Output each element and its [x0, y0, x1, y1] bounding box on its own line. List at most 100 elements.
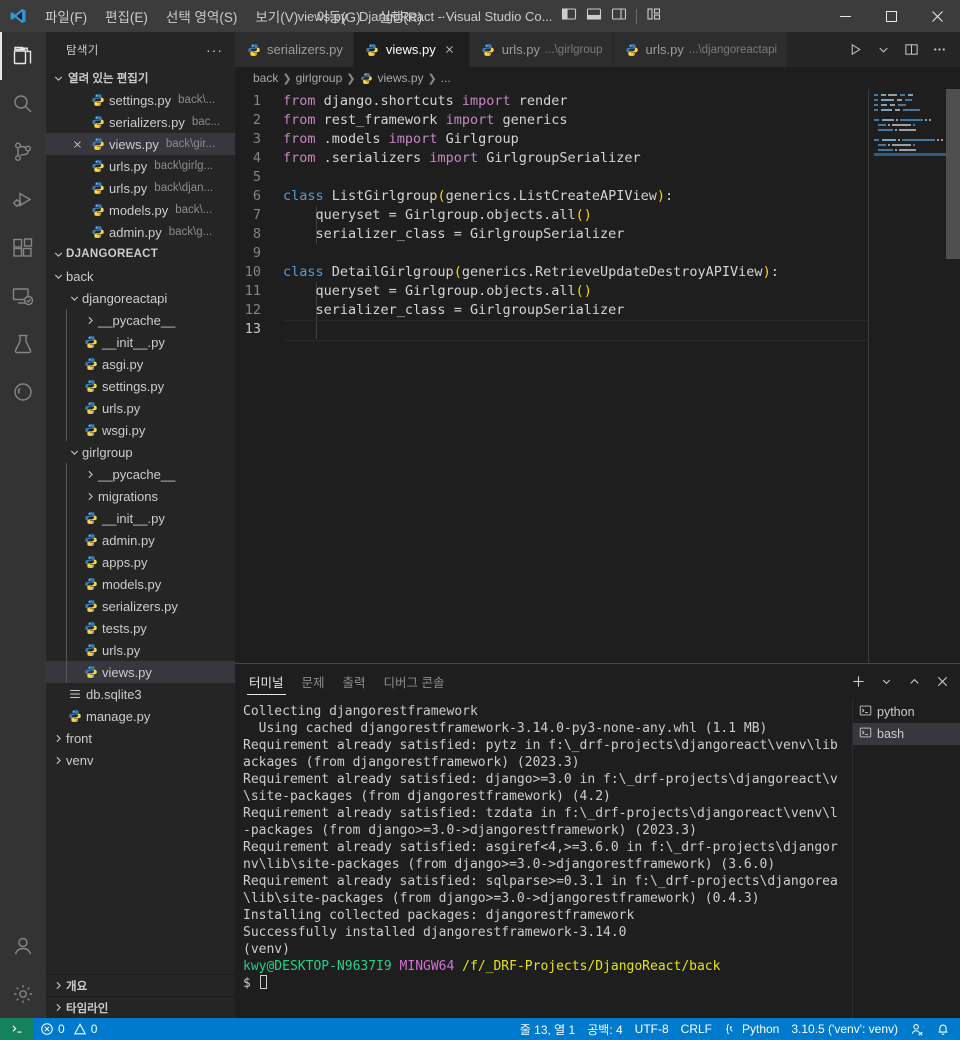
tree-folder-row[interactable]: girlgroup	[46, 441, 235, 463]
panel-bottom-icon[interactable]	[586, 6, 602, 27]
menu-run[interactable]: 실행(R)	[370, 0, 432, 32]
activity-testing-icon[interactable]	[0, 320, 46, 368]
menu-overflow-button[interactable]: ···	[431, 8, 468, 24]
breadcrumb-item[interactable]: girlgroup	[296, 71, 343, 85]
new-terminal-icon[interactable]	[848, 672, 868, 692]
close-editor-icon[interactable]	[68, 139, 86, 150]
open-editor-item[interactable]: settings.py back\...	[46, 89, 235, 111]
encoding-button[interactable]: UTF-8	[629, 1018, 675, 1040]
eol-button[interactable]: CRLF	[675, 1018, 718, 1040]
code-text-area[interactable]: 1 2 3 4 5 6 7 8 9 10 11 12 13 from django.shortcuts …	[235, 89, 868, 663]
outline-section-header[interactable]: 개요	[46, 974, 235, 996]
editor-tab[interactable]: serializers.py	[235, 32, 354, 67]
tree-folder-row[interactable]: __pycache__	[46, 463, 235, 485]
tree-file-row[interactable]: urls.py	[46, 397, 235, 419]
maximize-button[interactable]	[868, 0, 914, 32]
tree-file-row[interactable]: apps.py	[46, 551, 235, 573]
menu-edit[interactable]: 편집(E)	[96, 0, 157, 32]
tree-file-row[interactable]: admin.py	[46, 529, 235, 551]
editor-tab[interactable]: urls.py ...\girlgroup	[469, 32, 614, 67]
code-editor[interactable]: 1 2 3 4 5 6 7 8 9 10 11 12 13 from django.shortcuts …	[235, 89, 960, 663]
split-editor-icon[interactable]	[900, 39, 922, 61]
minimize-button[interactable]	[822, 0, 868, 32]
open-editor-item[interactable]: urls.py back\girlg...	[46, 155, 235, 177]
remote-indicator-button[interactable]	[0, 1018, 34, 1040]
panel-tab[interactable]: 문제	[300, 664, 327, 699]
editor-scroll-thumb[interactable]	[946, 89, 960, 259]
panel-tab[interactable]: 터미널	[247, 664, 286, 699]
tree-file-row[interactable]: __init__.py	[46, 331, 235, 353]
terminal-instance-item[interactable]: python	[853, 701, 960, 723]
notifications-button[interactable]	[930, 1018, 956, 1040]
more-actions-icon[interactable]	[928, 39, 950, 61]
activity-explorer-icon[interactable]	[0, 32, 46, 80]
menu-view[interactable]: 보기(V)	[246, 0, 307, 32]
open-editor-item[interactable]: views.py back\gir...	[46, 133, 235, 155]
activity-accounts-icon[interactable]	[0, 922, 46, 970]
tree-file-row[interactable]: views.py	[46, 661, 235, 683]
panel-tab[interactable]: 디버그 콘솔	[382, 664, 447, 699]
python-interpreter-button[interactable]: 3.10.5 ('venv': venv)	[785, 1018, 904, 1040]
editor-tab[interactable]: urls.py ...\djangoreactapi	[613, 32, 789, 67]
open-editor-item[interactable]: urls.py back\djan...	[46, 177, 235, 199]
indentation-button[interactable]: 공백: 4	[581, 1018, 628, 1040]
panel-left-icon[interactable]	[561, 6, 577, 27]
chevron-down-icon[interactable]	[872, 39, 894, 61]
tree-file-row[interactable]: manage.py	[46, 705, 235, 727]
terminal-instance-item[interactable]: bash	[853, 723, 960, 745]
workspace-root-row[interactable]: DJANGOREACT	[46, 243, 235, 265]
activity-docker-icon[interactable]	[0, 368, 46, 416]
breadcrumb-item[interactable]: back	[253, 71, 278, 85]
open-editors-section-header[interactable]: 열려 있는 편집기	[46, 67, 235, 89]
cursor-position-button[interactable]: 줄 13, 열 1	[514, 1018, 581, 1040]
problems-status-button[interactable]: 0 0	[34, 1018, 103, 1040]
code-content[interactable]: from django.shortcuts import render from …	[283, 89, 868, 663]
tree-file-row[interactable]: urls.py	[46, 639, 235, 661]
close-tab-icon[interactable]	[441, 44, 459, 55]
tree-file-row[interactable]: db.sqlite3	[46, 683, 235, 705]
tree-folder-row[interactable]: venv	[46, 749, 235, 771]
tree-folder-row[interactable]: migrations	[46, 485, 235, 507]
language-mode-button[interactable]: Python	[718, 1018, 785, 1040]
tree-file-row[interactable]: __init__.py	[46, 507, 235, 529]
activity-run-debug-icon[interactable]	[0, 176, 46, 224]
run-python-file-icon[interactable]	[844, 39, 866, 61]
activity-source-control-icon[interactable]	[0, 128, 46, 176]
activity-search-icon[interactable]	[0, 80, 46, 128]
terminal-output[interactable]: Collecting djangorestframework Using cac…	[235, 699, 838, 1018]
editor-scrollbar[interactable]	[946, 89, 960, 663]
customize-layout-icon[interactable]	[646, 6, 662, 27]
activity-settings-gear-icon[interactable]	[0, 970, 46, 1018]
activity-remote-icon[interactable]	[0, 272, 46, 320]
menu-file[interactable]: 파일(F)	[36, 0, 96, 32]
breadcrumb-item[interactable]: ...	[441, 71, 451, 85]
close-panel-icon[interactable]	[932, 672, 952, 692]
tree-file-row[interactable]: asgi.py	[46, 353, 235, 375]
tree-file-row[interactable]: wsgi.py	[46, 419, 235, 441]
breadcrumb-item[interactable]: views.py	[360, 71, 424, 85]
chevron-down-icon[interactable]	[876, 672, 896, 692]
timeline-section-header[interactable]: 타임라인	[46, 996, 235, 1018]
tree-file-row[interactable]: models.py	[46, 573, 235, 595]
terminal-scrollbar[interactable]	[838, 699, 852, 1018]
panel-tab[interactable]: 출력	[341, 664, 368, 699]
tree-file-row[interactable]: serializers.py	[46, 595, 235, 617]
editor-tab[interactable]: views.py	[353, 32, 470, 67]
panel-right-icon[interactable]	[611, 6, 627, 27]
open-editor-item[interactable]: serializers.py bac...	[46, 111, 235, 133]
tree-folder-row[interactable]: back	[46, 265, 235, 287]
sidebar-more-actions-button[interactable]: ···	[206, 42, 227, 58]
tree-folder-row[interactable]: front	[46, 727, 235, 749]
tree-file-row[interactable]: settings.py	[46, 375, 235, 397]
close-button[interactable]	[914, 0, 960, 32]
open-editor-item[interactable]: models.py back\...	[46, 199, 235, 221]
tree-file-row[interactable]: tests.py	[46, 617, 235, 639]
tree-folder-row[interactable]: __pycache__	[46, 309, 235, 331]
menu-selection[interactable]: 선택 영역(S)	[157, 0, 246, 32]
activity-extensions-icon[interactable]	[0, 224, 46, 272]
remote-kernel-button[interactable]	[904, 1018, 930, 1040]
maximize-panel-icon[interactable]	[904, 672, 924, 692]
tree-folder-row[interactable]: djangoreactapi	[46, 287, 235, 309]
open-editor-item[interactable]: admin.py back\g...	[46, 221, 235, 243]
menu-go[interactable]: 이동(G)	[307, 0, 369, 32]
